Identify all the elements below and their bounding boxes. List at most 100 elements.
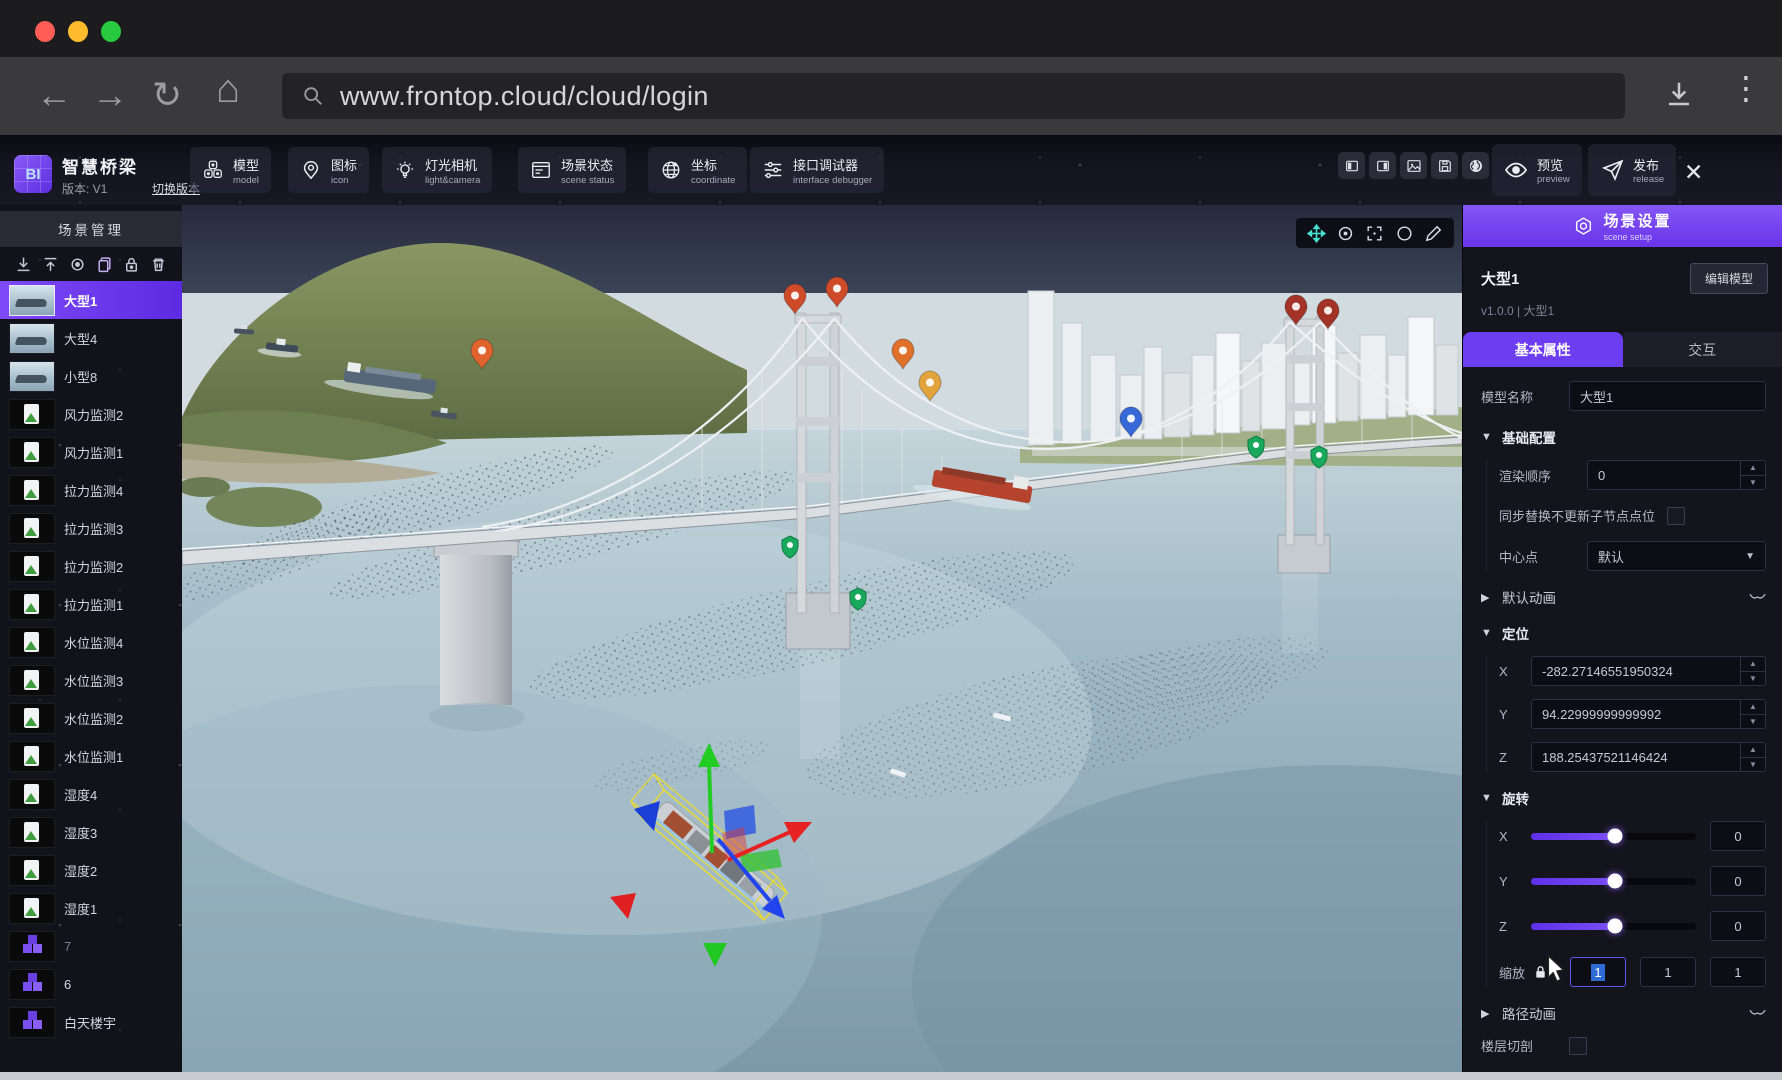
list-item[interactable]: 湿度1	[0, 889, 182, 927]
list-item[interactable]: 大型1	[0, 281, 182, 319]
locate-icon[interactable]	[69, 256, 86, 273]
number-stepper[interactable]: ▲▼	[1740, 657, 1765, 685]
number-stepper[interactable]: ▲▼	[1740, 700, 1765, 728]
scale-x-input[interactable]: 1	[1570, 957, 1626, 987]
close-editor-button[interactable]: ✕	[1684, 159, 1703, 186]
scale-tool-icon[interactable]	[1365, 224, 1384, 243]
list-item[interactable]: 风力监测1	[0, 433, 182, 471]
toolbar-scene-status-button[interactable]: 场景状态scene status	[518, 147, 626, 193]
list-item[interactable]: 大型4	[0, 319, 182, 357]
export-icon[interactable]	[42, 256, 59, 273]
position-z-input[interactable]: 188.25437521146424 ▲▼	[1531, 742, 1766, 772]
rotation-y-value[interactable]: 0	[1710, 866, 1766, 896]
list-item[interactable]: 拉力监测3	[0, 509, 182, 547]
menu-kebab-icon[interactable]: ⋮	[1730, 69, 1762, 107]
eye-icon	[1504, 158, 1528, 182]
scale-y-input[interactable]: 1	[1640, 957, 1696, 987]
save-button[interactable]	[1431, 152, 1458, 179]
list-item[interactable]: 白天楼宇	[0, 1003, 182, 1041]
center-point-select[interactable]: 默认 ▼	[1587, 541, 1766, 571]
list-item[interactable]: 水位监测2	[0, 699, 182, 737]
brush-tool-icon[interactable]	[1424, 224, 1443, 243]
list-item[interactable]: 小型8	[0, 357, 182, 395]
list-item[interactable]: 拉力监测1	[0, 585, 182, 623]
position-x-input[interactable]: -282.27146551950324 ▲▼	[1531, 656, 1766, 686]
rotation-y-slider[interactable]	[1531, 878, 1696, 885]
screenshot-button[interactable]	[1400, 152, 1427, 179]
toolbar-icon-button[interactable]: 图标icon	[288, 147, 369, 193]
model-subtitle: v1.0.0 | 大型1	[1463, 294, 1782, 319]
edit-model-button[interactable]: 编辑模型	[1690, 263, 1768, 294]
section-position[interactable]: ▼ 定位	[1481, 623, 1766, 643]
layout-right-button[interactable]	[1369, 152, 1396, 179]
scale-z-input[interactable]: 1	[1710, 957, 1766, 987]
sync-replace-checkbox[interactable]	[1667, 507, 1685, 525]
rotation-x-value[interactable]: 0	[1710, 821, 1766, 851]
list-item[interactable]: 水位监测4	[0, 623, 182, 661]
release-button[interactable]: 发布release	[1588, 144, 1676, 196]
panel-right-icon	[1375, 158, 1391, 174]
model-name-input[interactable]: 大型1	[1569, 381, 1766, 411]
toolbar-coordinate-button[interactable]: 坐标coordinate	[648, 147, 747, 193]
list-item[interactable]: 拉力监测4	[0, 471, 182, 509]
chevron-down-icon: ▼	[1745, 551, 1755, 562]
delete-icon[interactable]	[150, 256, 167, 273]
mouse-cursor	[1546, 955, 1568, 985]
tab-interaction[interactable]: 交互	[1623, 332, 1782, 367]
list-item[interactable]: 6	[0, 965, 182, 1003]
cube-thumbnail	[9, 931, 55, 962]
copy-icon[interactable]	[96, 256, 113, 273]
3d-viewport[interactable]	[182, 205, 1462, 1072]
section-rotation[interactable]: ▼ 旋转	[1481, 788, 1766, 808]
list-item[interactable]: 7	[0, 927, 182, 965]
minimize-window-button[interactable]	[68, 21, 88, 42]
preview-button[interactable]: 预览preview	[1492, 144, 1582, 196]
back-icon[interactable]: ←	[36, 71, 72, 119]
rotate-tool-icon[interactable]	[1336, 224, 1355, 243]
globe-button[interactable]	[1462, 152, 1489, 179]
lock-icon[interactable]	[123, 256, 140, 273]
list-item[interactable]: 风力监测2	[0, 395, 182, 433]
cube-thumbnail	[9, 969, 55, 1000]
rotation-z-slider[interactable]	[1531, 923, 1696, 930]
number-stepper[interactable]: ▲▼	[1740, 743, 1765, 771]
rotation-z-value[interactable]: 0	[1710, 911, 1766, 941]
section-default-animation[interactable]: ▶ 默认动画	[1481, 587, 1766, 607]
move-tool-icon[interactable]	[1307, 224, 1326, 243]
axis-label: Y	[1499, 874, 1531, 889]
app-window: ← → ↻ ⌂ www.frontop.cloud/cloud/login ⋮ …	[0, 0, 1782, 1080]
section-base-config[interactable]: ▼ 基础配置	[1481, 427, 1766, 447]
cube-thumbnail	[9, 1007, 55, 1038]
maximize-window-button[interactable]	[101, 21, 121, 42]
section-path-animation[interactable]: ▶ 路径动画	[1481, 1003, 1766, 1023]
list-item[interactable]: 湿度2	[0, 851, 182, 889]
number-stepper[interactable]: ▲▼	[1740, 461, 1765, 489]
refresh-icon[interactable]: ↻	[152, 71, 182, 119]
render-order-input[interactable]: 0 ▲▼	[1587, 460, 1766, 490]
window-bottom-edge	[0, 1072, 1782, 1080]
forward-icon[interactable]: →	[92, 71, 128, 119]
home-icon[interactable]: ⌂	[216, 65, 240, 113]
chevron-down-icon: ▼	[1481, 627, 1493, 639]
floor-cut-checkbox[interactable]	[1569, 1037, 1587, 1055]
toolbar-light-camera-button[interactable]: 灯光相机light&camera	[382, 147, 492, 193]
close-window-button[interactable]	[35, 21, 55, 42]
url-bar[interactable]: www.frontop.cloud/cloud/login	[282, 73, 1625, 119]
toolbar-model-button[interactable]: 模型model	[190, 147, 271, 193]
import-icon[interactable]	[15, 256, 32, 273]
list-item[interactable]: 拉力监测2	[0, 547, 182, 585]
select-tool-icon[interactable]	[1395, 224, 1414, 243]
tab-basic-properties[interactable]: 基本属性	[1463, 332, 1623, 367]
download-icon[interactable]	[1664, 79, 1694, 109]
toolbar-interface-debugger-button[interactable]: 接口调试器interface debugger	[750, 147, 884, 193]
doc-thumbnail	[9, 399, 55, 430]
list-item[interactable]: 湿度3	[0, 813, 182, 851]
axis-label: Y	[1499, 707, 1531, 722]
rotation-x-slider[interactable]	[1531, 833, 1696, 840]
list-item[interactable]: 水位监测1	[0, 737, 182, 775]
list-item[interactable]: 水位监测3	[0, 661, 182, 699]
send-icon	[1600, 158, 1624, 182]
position-y-input[interactable]: 94.22999999999992 ▲▼	[1531, 699, 1766, 729]
list-item[interactable]: 湿度4	[0, 775, 182, 813]
layout-left-button[interactable]	[1338, 152, 1365, 179]
